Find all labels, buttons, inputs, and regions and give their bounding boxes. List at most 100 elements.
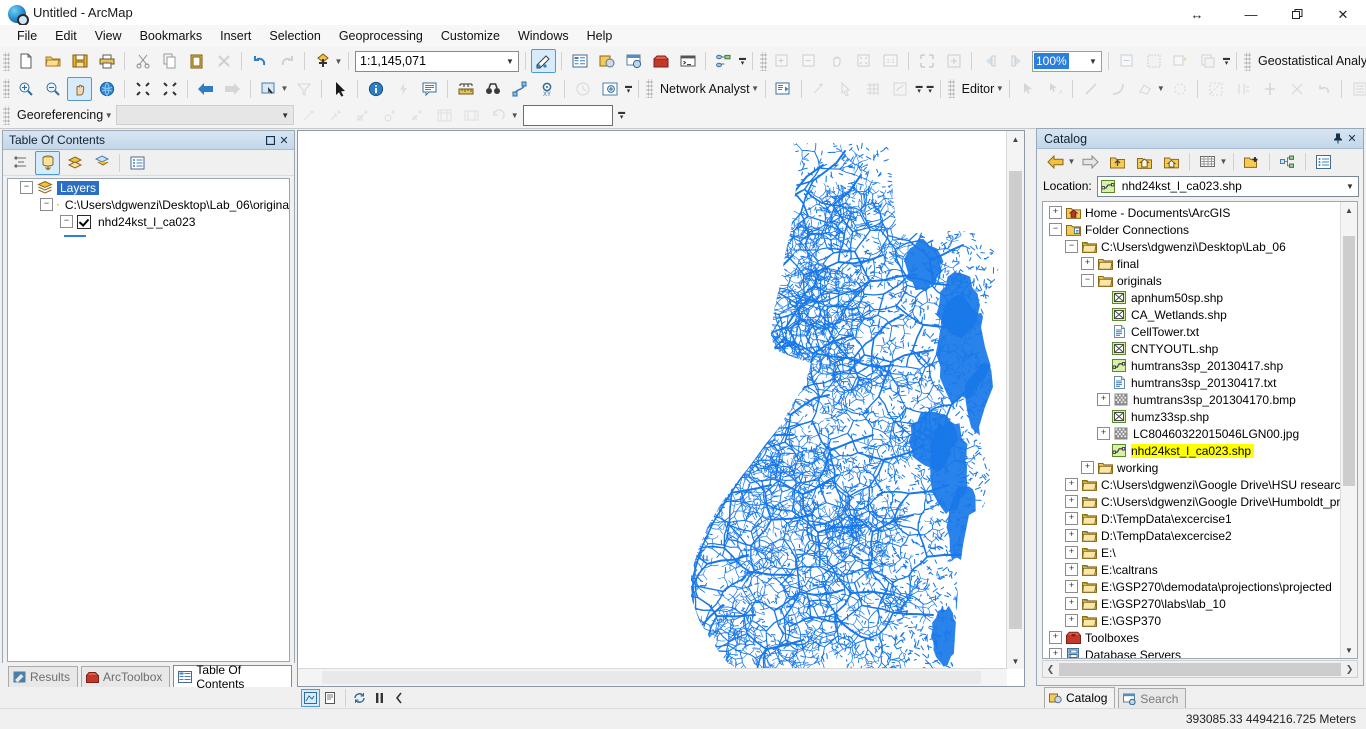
zoom-to-selected-icon[interactable]	[914, 49, 939, 73]
list-by-source-icon[interactable]	[35, 151, 60, 175]
catalog-tree-item[interactable]: humtrans3sp_20130417.txt	[1043, 374, 1340, 391]
python-window-icon[interactable]	[675, 49, 700, 73]
list-by-drawing-order-icon[interactable]	[8, 151, 33, 175]
home-icon[interactable]	[1132, 150, 1157, 174]
scroll-up-icon[interactable]: ▲	[1007, 131, 1024, 147]
layer-symbol-line[interactable]	[64, 235, 86, 237]
add-control-points-icon[interactable]	[297, 103, 322, 127]
zoom-100-icon[interactable]: 1:1	[878, 49, 903, 73]
catalog-tree[interactable]: +Home - Documents\ArcGIS−Folder Connecti…	[1042, 201, 1358, 659]
scroll-down-icon[interactable]: ▼	[1341, 642, 1357, 658]
print-icon[interactable]	[94, 49, 119, 73]
delete-link-icon[interactable]	[405, 103, 430, 127]
description-icon[interactable]	[1311, 150, 1336, 174]
catalog-tree-item[interactable]: +D:\TempData\excercise2	[1043, 527, 1340, 544]
catalog-tree-item[interactable]: +Home - Documents\ArcGIS	[1043, 204, 1340, 221]
catalog-tree-item[interactable]: humz33sp.shp	[1043, 408, 1340, 425]
chevron-down-icon[interactable]: ▼	[103, 104, 114, 126]
copy-icon[interactable]	[157, 49, 182, 73]
tab-table-of-contents[interactable]: Table Of Contents	[173, 665, 292, 687]
modelbuilder-icon[interactable]	[711, 49, 736, 73]
editor-menu[interactable]: Editor	[957, 82, 998, 96]
zoom-in-icon[interactable]	[13, 77, 38, 101]
arc-segment-icon[interactable]	[1105, 77, 1130, 101]
catalog-tree-item[interactable]: +working	[1043, 459, 1340, 476]
fixed-zoom-in-icon[interactable]	[130, 77, 155, 101]
catalog-tree-item[interactable]: +final	[1043, 255, 1340, 272]
catalog-tree-item[interactable]: +C:\Users\dgwenzi\Google Drive\HSU resea…	[1043, 476, 1340, 493]
time-slider-icon[interactable]	[570, 77, 595, 101]
chevron-down-icon[interactable]: ▼	[750, 78, 761, 100]
fixed-zoom-out-icon[interactable]	[157, 77, 182, 101]
zoom-to-last-extent-icon[interactable]	[941, 49, 966, 73]
toolbar-overflow-icon[interactable]: ▬▾	[616, 104, 627, 126]
location-combobox[interactable]: nhd24kst_l_ca023.shp ▼	[1097, 176, 1359, 197]
tree-expander[interactable]: +	[1049, 648, 1062, 659]
catalog-tree-item[interactable]: nhd24kst_l_ca023.shp	[1043, 442, 1340, 459]
paste-icon[interactable]	[184, 49, 209, 73]
location-value[interactable]: nhd24kst_l_ca023.shp	[1118, 179, 1342, 193]
toolbar-overflow-icon[interactable]: ▬▾	[925, 78, 936, 100]
catalog-tree-item[interactable]: apnhum50sp.shp	[1043, 289, 1340, 306]
zoom-to-link-icon[interactable]	[378, 103, 403, 127]
solve-icon[interactable]	[861, 77, 886, 101]
tree-expander[interactable]: +	[1065, 529, 1078, 542]
toc-node-layer[interactable]: − nhd24kst_l_ca023	[8, 213, 289, 230]
network-analyst-menu[interactable]: Network Analyst	[655, 82, 753, 96]
select-network-location-icon[interactable]	[834, 77, 859, 101]
clear-selection-icon[interactable]	[291, 77, 316, 101]
catalog-horizontal-scrollbar[interactable]: ❮ ❯	[1042, 660, 1358, 678]
default-geodatabase-icon[interactable]	[1159, 150, 1184, 174]
trace-icon[interactable]	[1167, 77, 1192, 101]
new-document-icon[interactable]	[13, 49, 38, 73]
menu-file[interactable]: File	[8, 26, 46, 46]
toggle-tree-icon[interactable]	[1275, 150, 1300, 174]
zoom-out-icon[interactable]	[40, 77, 65, 101]
toc-node-layers[interactable]: − Layers	[8, 179, 289, 196]
toolbar-overflow-icon[interactable]: ▬▾	[914, 78, 925, 100]
collapse-expander[interactable]: −	[20, 181, 33, 194]
options-icon[interactable]	[125, 151, 150, 175]
toggle-draft-mode-icon[interactable]	[1114, 49, 1139, 73]
tree-expander[interactable]: +	[1065, 580, 1078, 593]
layout-pan-icon[interactable]	[824, 49, 849, 73]
edit-annotation-icon[interactable]: A	[1042, 77, 1067, 101]
menu-customize[interactable]: Customize	[432, 26, 509, 46]
full-extent-globe-icon[interactable]	[94, 77, 119, 101]
measure-icon[interactable]	[453, 77, 478, 101]
tree-expander[interactable]: +	[1065, 512, 1078, 525]
cut-icon[interactable]	[130, 49, 155, 73]
catalog-tree-item[interactable]: +E:\caltrans	[1043, 561, 1340, 578]
html-popup-icon[interactable]	[417, 77, 442, 101]
tree-expander[interactable]: +	[1065, 478, 1078, 491]
scroll-thumb[interactable]	[1343, 236, 1355, 486]
layer-visibility-checkbox[interactable]	[77, 215, 91, 229]
map-scale-combobox[interactable]: ▼	[355, 51, 519, 72]
undo-icon[interactable]	[247, 49, 272, 73]
chevron-down-icon[interactable]: ▼	[994, 78, 1005, 100]
catalog-vertical-scrollbar[interactable]: ▲ ▼	[1340, 202, 1357, 658]
menu-bookmarks[interactable]: Bookmarks	[131, 26, 212, 46]
catalog-tree-item[interactable]: humtrans3sp_20130417.shp	[1043, 357, 1340, 374]
chevron-down-icon[interactable]: ▼	[502, 57, 518, 66]
geostat-toolbar-grip[interactable]	[1244, 52, 1251, 71]
tree-expander[interactable]: +	[1081, 257, 1094, 270]
back-arrow-icon[interactable]	[1043, 150, 1068, 174]
tree-expander[interactable]: +	[1081, 461, 1094, 474]
tab-arctoolbox[interactable]: ArcToolbox	[81, 666, 170, 687]
layout-toolbar-grip[interactable]	[760, 52, 767, 71]
add-data-icon[interactable]	[310, 49, 335, 73]
map-canvas[interactable]	[298, 131, 1008, 669]
construction-tools-icon[interactable]	[1132, 77, 1157, 101]
catalog-tree-item[interactable]: +Toolboxes	[1043, 629, 1340, 646]
scroll-thumb[interactable]	[1009, 171, 1022, 629]
scroll-left-icon[interactable]: ❮	[1043, 664, 1058, 675]
back-extent-icon[interactable]	[193, 77, 218, 101]
tree-expander[interactable]: +	[1065, 563, 1078, 576]
catalog-tree-item[interactable]: CNTYOUTL.shp	[1043, 340, 1340, 357]
menu-insert[interactable]: Insert	[211, 26, 260, 46]
save-icon[interactable]	[67, 49, 92, 73]
go-to-xy-icon[interactable]: XY	[534, 77, 559, 101]
catalog-window-icon[interactable]	[594, 49, 619, 73]
list-by-visibility-icon[interactable]	[62, 151, 87, 175]
